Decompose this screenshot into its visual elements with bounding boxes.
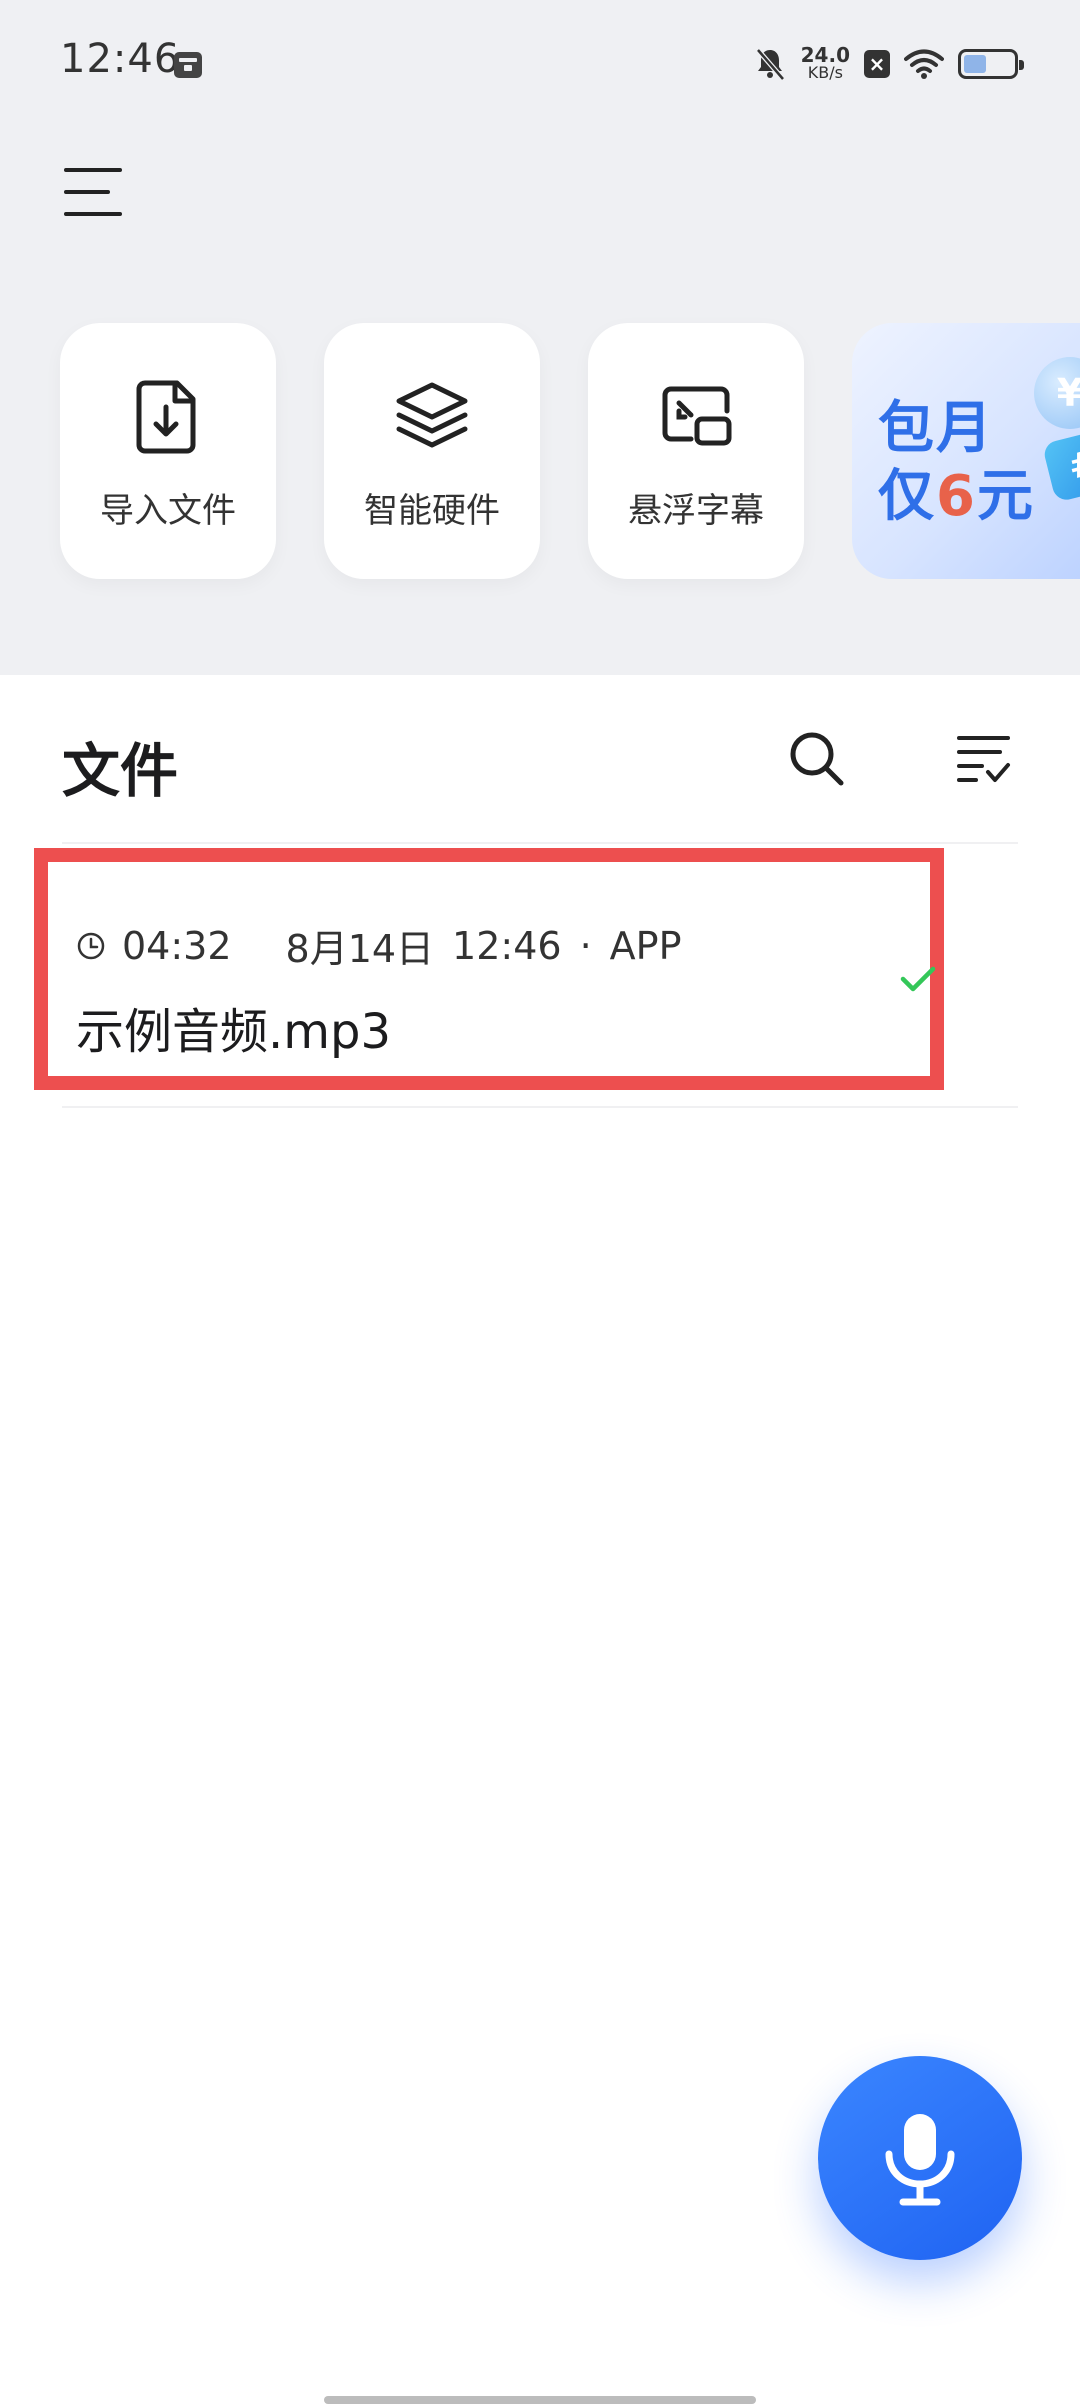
check-icon: [900, 966, 936, 992]
divider-bottom: [62, 1106, 1018, 1108]
file-meta: 04:32 8月14日 12:46 · APP: [76, 918, 681, 973]
record-mic-button[interactable]: [818, 2056, 1022, 2260]
menu-button[interactable]: [62, 162, 126, 222]
files-section-title: 文件: [62, 737, 179, 805]
clock-icon: [77, 932, 105, 959]
monthly-promo-banner[interactable]: 包月 仅6元 ¥ #: [852, 323, 1080, 579]
promo-suffix: 元: [976, 464, 1035, 529]
status-icons: 24.0 KB/s ×: [753, 40, 1024, 88]
divider-top: [62, 842, 1018, 844]
floating-caption-icon: [662, 386, 732, 446]
promo-prefix: 仅: [878, 464, 936, 529]
network-speed-value: 24.0: [800, 43, 850, 67]
wifi-icon: [904, 49, 944, 79]
status-time: 12:46: [60, 36, 181, 82]
smart-hardware-card[interactable]: 智能硬件: [324, 323, 540, 579]
battery-icon: [958, 49, 1024, 79]
sim-off-icon: ×: [864, 50, 890, 78]
file-source: APP: [609, 923, 682, 968]
mute-bell-icon: [755, 48, 785, 81]
smart-hardware-label: 智能硬件: [364, 491, 500, 531]
file-meta-separator: ·: [579, 923, 592, 968]
hashtag-icon: #: [1041, 427, 1080, 503]
coin-icon: ¥: [1034, 357, 1080, 429]
import-file-icon: [136, 380, 196, 454]
import-file-label: 导入文件: [100, 491, 236, 531]
microphone-icon: [885, 2114, 955, 2206]
promo-line-2: 仅6元: [878, 451, 1035, 532]
battery-fill: [964, 55, 986, 73]
app-notification-icon: [174, 52, 202, 78]
filter-list-button[interactable]: [956, 728, 1012, 788]
network-speed: 24.0 KB/s: [800, 43, 850, 82]
import-file-card[interactable]: 导入文件: [60, 323, 276, 579]
home-indicator[interactable]: [324, 2396, 756, 2404]
file-time: 12:46: [452, 923, 562, 968]
file-name: 示例音频.mp3: [76, 1004, 392, 1060]
file-date: 8月14日: [285, 927, 435, 971]
status-bar: 12:46 24.0 KB/s ×: [0, 0, 1080, 130]
network-speed-unit: KB/s: [807, 63, 843, 82]
search-button[interactable]: [786, 728, 846, 788]
file-list-item[interactable]: 04:32 8月14日 12:46 · APP 示例音频.mp3: [34, 848, 944, 1090]
floating-caption-card[interactable]: 悬浮字幕: [588, 323, 804, 579]
file-duration: 04:32: [122, 923, 232, 968]
layers-icon: [396, 382, 468, 448]
floating-caption-label: 悬浮字幕: [628, 491, 764, 531]
promo-price: 6: [936, 464, 977, 529]
